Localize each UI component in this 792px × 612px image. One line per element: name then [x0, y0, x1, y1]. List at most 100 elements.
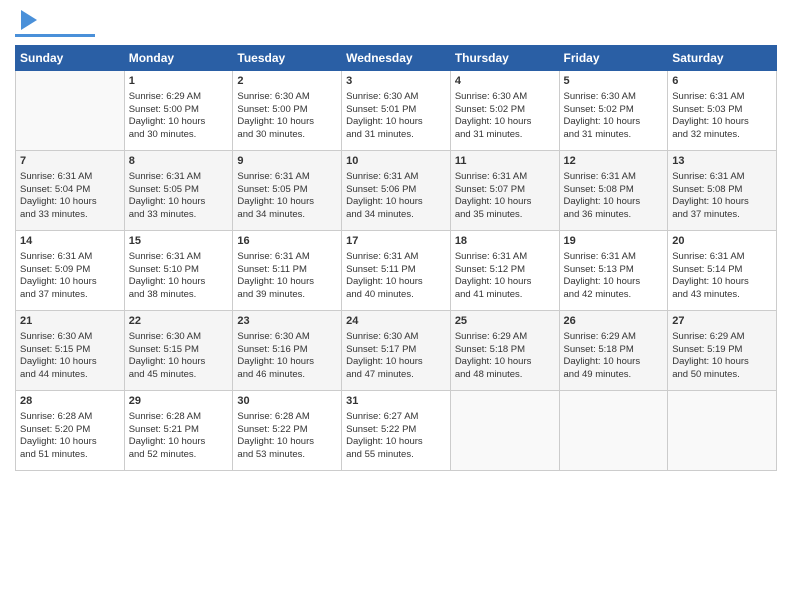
calendar-cell: 24Sunrise: 6:30 AMSunset: 5:17 PMDayligh… — [342, 311, 451, 391]
day-info: Sunrise: 6:29 AM — [455, 331, 555, 344]
day-info: Daylight: 10 hours — [20, 196, 120, 209]
calendar-cell: 17Sunrise: 6:31 AMSunset: 5:11 PMDayligh… — [342, 231, 451, 311]
day-info: Daylight: 10 hours — [346, 356, 446, 369]
calendar-cell: 23Sunrise: 6:30 AMSunset: 5:16 PMDayligh… — [233, 311, 342, 391]
day-info: Sunset: 5:15 PM — [20, 344, 120, 357]
day-info: and 31 minutes. — [564, 129, 664, 142]
calendar-cell: 4Sunrise: 6:30 AMSunset: 5:02 PMDaylight… — [450, 71, 559, 151]
day-info: Daylight: 10 hours — [346, 276, 446, 289]
day-info: Sunrise: 6:28 AM — [129, 411, 229, 424]
day-number: 28 — [20, 394, 120, 409]
day-info: Daylight: 10 hours — [237, 196, 337, 209]
day-info: Sunset: 5:19 PM — [672, 344, 772, 357]
day-info: Sunset: 5:01 PM — [346, 104, 446, 117]
day-info: and 33 minutes. — [20, 209, 120, 222]
day-info: Sunset: 5:02 PM — [455, 104, 555, 117]
day-info: Daylight: 10 hours — [20, 356, 120, 369]
calendar-cell: 14Sunrise: 6:31 AMSunset: 5:09 PMDayligh… — [16, 231, 125, 311]
day-info: Sunrise: 6:30 AM — [346, 331, 446, 344]
page-container: SundayMondayTuesdayWednesdayThursdayFrid… — [0, 0, 792, 481]
calendar-cell: 31Sunrise: 6:27 AMSunset: 5:22 PMDayligh… — [342, 391, 451, 471]
day-number: 1 — [129, 74, 229, 89]
day-info: Daylight: 10 hours — [129, 356, 229, 369]
calendar-cell — [450, 391, 559, 471]
day-number: 24 — [346, 314, 446, 329]
day-info: Sunset: 5:00 PM — [129, 104, 229, 117]
day-info: Daylight: 10 hours — [129, 196, 229, 209]
day-info: Sunset: 5:06 PM — [346, 184, 446, 197]
day-info: and 32 minutes. — [672, 129, 772, 142]
calendar-cell: 22Sunrise: 6:30 AMSunset: 5:15 PMDayligh… — [124, 311, 233, 391]
day-info: Daylight: 10 hours — [346, 196, 446, 209]
day-info: Sunrise: 6:30 AM — [564, 91, 664, 104]
day-info: Sunset: 5:14 PM — [672, 264, 772, 277]
calendar-cell: 10Sunrise: 6:31 AMSunset: 5:06 PMDayligh… — [342, 151, 451, 231]
calendar-cell: 11Sunrise: 6:31 AMSunset: 5:07 PMDayligh… — [450, 151, 559, 231]
day-info: Sunrise: 6:31 AM — [564, 251, 664, 264]
day-info: and 37 minutes. — [20, 289, 120, 302]
day-info: and 50 minutes. — [672, 369, 772, 382]
day-info: Sunset: 5:09 PM — [20, 264, 120, 277]
day-info: Sunrise: 6:31 AM — [237, 171, 337, 184]
day-number: 23 — [237, 314, 337, 329]
day-info: and 51 minutes. — [20, 449, 120, 462]
day-number: 3 — [346, 74, 446, 89]
day-info: and 41 minutes. — [455, 289, 555, 302]
day-info: Sunset: 5:22 PM — [346, 424, 446, 437]
day-number: 11 — [455, 154, 555, 169]
day-info: Daylight: 10 hours — [564, 356, 664, 369]
calendar-cell: 26Sunrise: 6:29 AMSunset: 5:18 PMDayligh… — [559, 311, 668, 391]
header-wednesday: Wednesday — [342, 46, 451, 71]
day-info: Sunrise: 6:31 AM — [129, 251, 229, 264]
day-info: Daylight: 10 hours — [237, 116, 337, 129]
day-info: Sunset: 5:15 PM — [129, 344, 229, 357]
day-number: 12 — [564, 154, 664, 169]
day-info: and 30 minutes. — [237, 129, 337, 142]
day-number: 29 — [129, 394, 229, 409]
day-info: Sunset: 5:12 PM — [455, 264, 555, 277]
day-info: Daylight: 10 hours — [455, 196, 555, 209]
day-info: Sunrise: 6:31 AM — [455, 251, 555, 264]
day-number: 22 — [129, 314, 229, 329]
day-number: 7 — [20, 154, 120, 169]
calendar-week-0: 1Sunrise: 6:29 AMSunset: 5:00 PMDaylight… — [16, 71, 777, 151]
day-info: Sunrise: 6:30 AM — [346, 91, 446, 104]
day-info: Daylight: 10 hours — [455, 356, 555, 369]
calendar-cell — [559, 391, 668, 471]
day-info: Sunrise: 6:27 AM — [346, 411, 446, 424]
day-info: Sunrise: 6:28 AM — [20, 411, 120, 424]
day-info: Sunrise: 6:29 AM — [672, 331, 772, 344]
day-info: and 39 minutes. — [237, 289, 337, 302]
day-number: 26 — [564, 314, 664, 329]
day-info: Sunrise: 6:29 AM — [564, 331, 664, 344]
day-info: Sunrise: 6:29 AM — [129, 91, 229, 104]
day-info: and 34 minutes. — [237, 209, 337, 222]
calendar-cell: 20Sunrise: 6:31 AMSunset: 5:14 PMDayligh… — [668, 231, 777, 311]
day-number: 25 — [455, 314, 555, 329]
day-info: Sunset: 5:22 PM — [237, 424, 337, 437]
day-info: and 34 minutes. — [346, 209, 446, 222]
day-info: Sunrise: 6:31 AM — [564, 171, 664, 184]
calendar-cell: 21Sunrise: 6:30 AMSunset: 5:15 PMDayligh… — [16, 311, 125, 391]
calendar-cell: 16Sunrise: 6:31 AMSunset: 5:11 PMDayligh… — [233, 231, 342, 311]
day-info: and 44 minutes. — [20, 369, 120, 382]
calendar-cell: 5Sunrise: 6:30 AMSunset: 5:02 PMDaylight… — [559, 71, 668, 151]
day-info: and 35 minutes. — [455, 209, 555, 222]
day-info: Daylight: 10 hours — [129, 116, 229, 129]
day-info: and 45 minutes. — [129, 369, 229, 382]
day-number: 4 — [455, 74, 555, 89]
day-info: Daylight: 10 hours — [455, 116, 555, 129]
day-info: and 43 minutes. — [672, 289, 772, 302]
header-saturday: Saturday — [668, 46, 777, 71]
day-info: Daylight: 10 hours — [237, 436, 337, 449]
day-info: and 55 minutes. — [346, 449, 446, 462]
day-info: Daylight: 10 hours — [20, 436, 120, 449]
calendar-cell: 6Sunrise: 6:31 AMSunset: 5:03 PMDaylight… — [668, 71, 777, 151]
day-info: and 33 minutes. — [129, 209, 229, 222]
day-info: and 30 minutes. — [129, 129, 229, 142]
day-info: Sunset: 5:07 PM — [455, 184, 555, 197]
calendar-cell: 18Sunrise: 6:31 AMSunset: 5:12 PMDayligh… — [450, 231, 559, 311]
day-info: and 49 minutes. — [564, 369, 664, 382]
day-info: Sunrise: 6:31 AM — [346, 171, 446, 184]
day-number: 21 — [20, 314, 120, 329]
